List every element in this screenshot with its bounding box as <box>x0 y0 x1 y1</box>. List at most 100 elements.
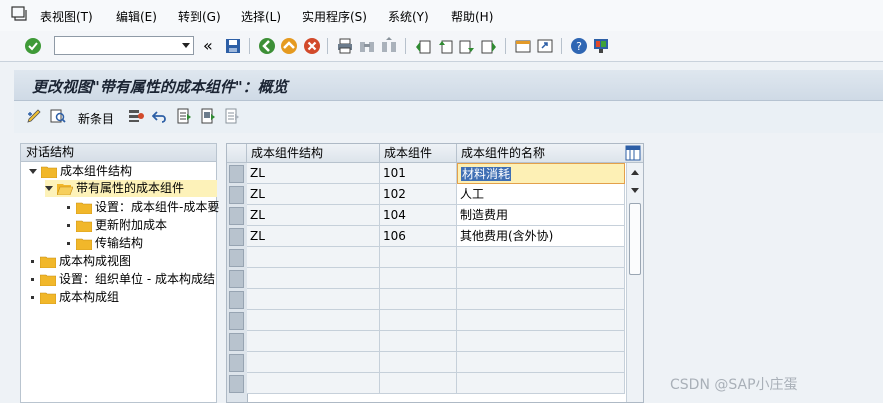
select-all-header[interactable] <box>227 144 247 163</box>
empty-cell[interactable] <box>457 373 625 394</box>
table-vertical-scrollbar[interactable] <box>626 163 643 402</box>
empty-cell[interactable] <box>247 352 380 373</box>
find-next-icon[interactable] <box>380 37 398 55</box>
next-page-icon[interactable] <box>458 37 476 55</box>
empty-cell[interactable] <box>380 268 457 289</box>
find-icon[interactable] <box>358 37 376 55</box>
empty-cell[interactable] <box>247 310 380 331</box>
last-page-icon[interactable] <box>480 37 498 55</box>
column-header-component[interactable]: 成本组件 <box>380 144 457 163</box>
empty-cell[interactable] <box>247 289 380 310</box>
empty-cell[interactable] <box>380 247 457 268</box>
table-cell-component: 104 <box>380 205 457 226</box>
column-header-structure[interactable]: 成本组件结构 <box>247 144 380 163</box>
row-selector[interactable] <box>229 207 244 225</box>
row-selector[interactable] <box>229 186 244 204</box>
menu-table-view[interactable]: 表视图(T) <box>40 8 93 25</box>
svg-text:?: ? <box>576 40 582 53</box>
empty-cell[interactable] <box>380 289 457 310</box>
copy-as-icon[interactable] <box>128 108 144 124</box>
command-field[interactable] <box>54 36 194 55</box>
empty-cell[interactable] <box>457 352 625 373</box>
scroll-thumb[interactable] <box>629 203 641 275</box>
help-icon[interactable]: ? <box>570 37 588 55</box>
undo-icon[interactable] <box>152 108 168 124</box>
menu-system[interactable]: 系统(Y) <box>388 8 429 25</box>
tree-header: 对话结构 <box>21 144 216 162</box>
row-selector[interactable] <box>229 291 244 309</box>
empty-cell[interactable] <box>247 331 380 352</box>
tree-node-cost-component-views[interactable]: 成本构成视图 <box>29 253 131 270</box>
row-selector[interactable] <box>229 333 244 351</box>
expand-triangle-icon[interactable] <box>29 169 37 174</box>
table-cell-component: 102 <box>380 184 457 205</box>
table-cell-component: 106 <box>380 226 457 247</box>
empty-cell[interactable] <box>457 310 625 331</box>
customize-layout-icon[interactable] <box>592 37 610 55</box>
empty-cell[interactable] <box>380 331 457 352</box>
table-cell-name-input[interactable]: 材料消耗 <box>457 163 625 184</box>
shortcut-icon[interactable] <box>536 37 554 55</box>
save-icon[interactable] <box>224 37 242 55</box>
deselect-all-icon[interactable] <box>224 108 240 124</box>
empty-cell[interactable] <box>457 331 625 352</box>
standard-toolbar: « ? <box>0 31 883 62</box>
previous-page-icon[interactable] <box>436 37 454 55</box>
row-selector[interactable] <box>229 354 244 372</box>
cancel-icon[interactable] <box>303 37 321 55</box>
title-bar: 更改视图"带有属性的成本组件"：概览 <box>14 70 883 101</box>
table-cell-name-input[interactable]: 其他费用(含外协) <box>457 226 625 247</box>
empty-cell[interactable] <box>457 268 625 289</box>
row-selector[interactable] <box>229 312 244 330</box>
row-selector[interactable] <box>229 165 244 183</box>
empty-cell[interactable] <box>380 373 457 394</box>
exit-icon[interactable] <box>280 37 298 55</box>
create-session-icon[interactable] <box>514 37 532 55</box>
change-display-icon[interactable] <box>26 108 42 124</box>
menu-goto[interactable]: 转到(G) <box>178 8 221 25</box>
tree-node-settings-org-units[interactable]: 设置：组织单位 - 成本构成结 <box>29 271 215 288</box>
tree-node-cost-component-groups[interactable]: 成本构成组 <box>29 289 119 306</box>
empty-cell[interactable] <box>380 352 457 373</box>
scroll-up-icon[interactable] <box>631 170 639 175</box>
empty-cell[interactable] <box>247 373 380 394</box>
select-block-icon[interactable] <box>200 108 216 124</box>
table-cell-name-input[interactable]: 制造费用 <box>457 205 625 226</box>
back-icon[interactable] <box>258 37 276 55</box>
empty-cell[interactable] <box>457 289 625 310</box>
print-icon[interactable] <box>336 37 354 55</box>
tree-node-settings-cost-elements[interactable]: 设置：成本组件-成本要 <box>65 199 219 216</box>
new-entries-button[interactable]: 新条目 <box>78 110 114 127</box>
empty-cell[interactable] <box>380 310 457 331</box>
tree-node-cost-components-with-attributes[interactable]: 带有属性的成本组件 <box>45 180 217 197</box>
first-page-icon[interactable] <box>414 37 432 55</box>
chevron-down-icon[interactable] <box>182 43 190 48</box>
empty-cell[interactable] <box>457 247 625 268</box>
menu-bar: 表视图(T) 编辑(E) 转到(G) 选择(L) 实用程序(S) 系统(Y) 帮… <box>0 0 883 32</box>
row-selector[interactable] <box>229 270 244 288</box>
table-settings-icon[interactable] <box>625 145 641 161</box>
table-cell-structure: ZL <box>247 184 380 205</box>
empty-cell[interactable] <box>247 247 380 268</box>
tree-node-update-overhead[interactable]: 更新附加成本 <box>65 217 167 234</box>
empty-cell[interactable] <box>247 268 380 289</box>
expand-triangle-icon[interactable] <box>45 186 53 191</box>
row-selector[interactable] <box>229 249 244 267</box>
select-all-icon[interactable] <box>176 108 192 124</box>
tree-node-cost-component-structure[interactable]: 成本组件结构 <box>29 163 132 180</box>
tree-node-transfer-structure[interactable]: 传输结构 <box>65 235 143 252</box>
menu-utilities[interactable]: 实用程序(S) <box>302 8 367 25</box>
menu-edit[interactable]: 编辑(E) <box>116 8 157 25</box>
enter-check-icon[interactable] <box>24 37 42 55</box>
sap-menu-icon[interactable] <box>11 5 27 21</box>
display-details-icon[interactable] <box>50 108 66 124</box>
table-cell-name-input[interactable]: 人工 <box>457 184 625 205</box>
scroll-down-icon[interactable] <box>631 188 639 193</box>
menu-help[interactable]: 帮助(H) <box>451 8 493 25</box>
collapse-icon[interactable]: « <box>203 37 221 55</box>
row-selector[interactable] <box>229 375 244 393</box>
row-selector[interactable] <box>229 228 244 246</box>
column-header-name[interactable]: 成本组件的名称 <box>457 144 643 163</box>
dialog-structure-panel: 对话结构 成本组件结构 带有属性的成本组件 设置：成本组件-成本要 更新附加成本… <box>20 143 219 403</box>
menu-selection[interactable]: 选择(L) <box>241 8 281 25</box>
